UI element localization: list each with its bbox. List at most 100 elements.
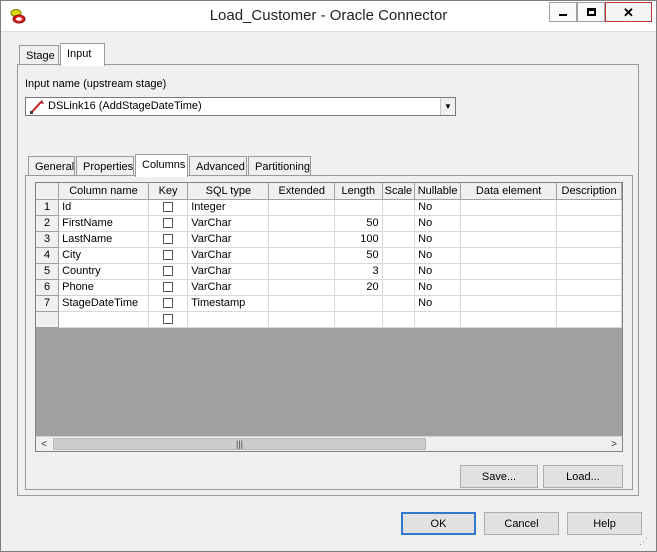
data-element-cell[interactable]	[460, 311, 558, 328]
scale-cell[interactable]	[382, 231, 416, 248]
data-element-cell[interactable]	[460, 215, 558, 232]
column-name-header[interactable]: Column name	[58, 183, 149, 200]
key-checkbox[interactable]	[163, 218, 174, 229]
length-cell[interactable]: 50	[334, 247, 383, 264]
key-header[interactable]: Key	[148, 183, 189, 200]
key-cell[interactable]	[148, 231, 189, 248]
row-number[interactable]	[36, 311, 60, 328]
extended-cell[interactable]	[268, 279, 335, 296]
description-cell[interactable]	[556, 279, 622, 296]
column-name-cell[interactable]	[58, 311, 149, 328]
column-name-cell[interactable]: Id	[58, 199, 149, 216]
columns-grid[interactable]: Column name Key SQL type Extended Length…	[35, 182, 623, 452]
length-cell[interactable]	[334, 311, 383, 328]
key-checkbox[interactable]	[163, 314, 174, 325]
length-header[interactable]: Length	[334, 183, 383, 200]
scroll-right-icon[interactable]: >	[606, 437, 622, 451]
chevron-down-icon[interactable]: ▼	[440, 98, 455, 115]
extended-header[interactable]: Extended	[268, 183, 335, 200]
row-number-header[interactable]	[36, 183, 60, 200]
row-number[interactable]: 5	[36, 263, 60, 280]
scroll-left-icon[interactable]: <	[36, 437, 52, 451]
extended-cell[interactable]	[268, 199, 335, 216]
save-button[interactable]: Save...	[460, 465, 538, 488]
row-number[interactable]: 4	[36, 247, 60, 264]
table-row[interactable]: 5 Country VarChar 3 No	[36, 263, 622, 280]
nullable-cell[interactable]	[414, 311, 462, 328]
sql-type-cell[interactable]: Integer	[187, 199, 270, 216]
key-cell[interactable]	[148, 311, 189, 328]
data-element-cell[interactable]	[460, 247, 558, 264]
sql-type-cell[interactable]	[187, 311, 270, 328]
length-cell[interactable]: 50	[334, 215, 383, 232]
scale-cell[interactable]	[382, 247, 416, 264]
key-checkbox[interactable]	[163, 282, 174, 293]
tab-columns[interactable]: Columns	[135, 154, 188, 177]
data-element-cell[interactable]	[460, 295, 558, 312]
key-cell[interactable]	[148, 295, 189, 312]
data-element-cell[interactable]	[460, 263, 558, 280]
new-row[interactable]	[36, 311, 622, 328]
tab-input[interactable]: Input	[60, 43, 105, 66]
description-cell[interactable]	[556, 199, 622, 216]
scale-cell[interactable]	[382, 311, 416, 328]
scale-cell[interactable]	[382, 263, 416, 280]
description-header[interactable]: Description	[556, 183, 622, 200]
close-button[interactable]: ✕	[605, 2, 652, 22]
key-cell[interactable]	[148, 199, 189, 216]
data-element-cell[interactable]	[460, 199, 558, 216]
extended-cell[interactable]	[268, 247, 335, 264]
data-element-header[interactable]: Data element	[460, 183, 558, 200]
column-name-cell[interactable]: FirstName	[58, 215, 149, 232]
tab-stage[interactable]: Stage	[19, 45, 59, 66]
load-button[interactable]: Load...	[543, 465, 623, 488]
scrollbar-thumb[interactable]: |||	[53, 438, 426, 450]
scale-cell[interactable]	[382, 215, 416, 232]
column-name-cell[interactable]: City	[58, 247, 149, 264]
key-checkbox[interactable]	[163, 298, 174, 309]
row-number[interactable]: 7	[36, 295, 60, 312]
scale-cell[interactable]	[382, 279, 416, 296]
tab-general[interactable]: General	[28, 156, 75, 177]
tab-partitioning[interactable]: Partitioning	[248, 156, 311, 177]
sql-type-cell[interactable]: VarChar	[187, 247, 270, 264]
length-cell[interactable]	[334, 199, 383, 216]
row-number[interactable]: 6	[36, 279, 60, 296]
sql-type-cell[interactable]: VarChar	[187, 215, 270, 232]
nullable-cell[interactable]: No	[414, 295, 462, 312]
row-number[interactable]: 1	[36, 199, 60, 216]
scale-cell[interactable]	[382, 295, 416, 312]
help-button[interactable]: Help	[567, 512, 642, 535]
input-name-select[interactable]: DSLink16 (AddStageDateTime) ▼	[25, 97, 456, 116]
description-cell[interactable]	[556, 295, 622, 312]
resize-grip-icon[interactable]: ⋰	[639, 536, 648, 547]
scale-cell[interactable]	[382, 199, 416, 216]
cancel-button[interactable]: Cancel	[484, 512, 559, 535]
description-cell[interactable]	[556, 311, 622, 328]
extended-cell[interactable]	[268, 311, 335, 328]
column-name-cell[interactable]: StageDateTime	[58, 295, 149, 312]
sql-type-cell[interactable]: Timestamp	[187, 295, 270, 312]
key-cell[interactable]	[148, 279, 189, 296]
length-cell[interactable]: 3	[334, 263, 383, 280]
key-cell[interactable]	[148, 247, 189, 264]
nullable-header[interactable]: Nullable	[414, 183, 462, 200]
key-checkbox[interactable]	[163, 266, 174, 277]
tab-advanced[interactable]: Advanced	[189, 156, 247, 177]
nullable-cell[interactable]: No	[414, 231, 462, 248]
table-row[interactable]: 2 FirstName VarChar 50 No	[36, 215, 622, 232]
ok-button[interactable]: OK	[401, 512, 476, 535]
scale-header[interactable]: Scale	[382, 183, 416, 200]
row-number[interactable]: 2	[36, 215, 60, 232]
table-row[interactable]: 3 LastName VarChar 100 No	[36, 231, 622, 248]
data-element-cell[interactable]	[460, 231, 558, 248]
maximize-button[interactable]	[577, 2, 605, 22]
table-row[interactable]: 1 Id Integer No	[36, 199, 622, 216]
horizontal-scrollbar[interactable]: < ||| >	[35, 436, 623, 452]
extended-cell[interactable]	[268, 215, 335, 232]
sql-type-cell[interactable]: VarChar	[187, 263, 270, 280]
description-cell[interactable]	[556, 215, 622, 232]
nullable-cell[interactable]: No	[414, 199, 462, 216]
key-cell[interactable]	[148, 215, 189, 232]
key-cell[interactable]	[148, 263, 189, 280]
